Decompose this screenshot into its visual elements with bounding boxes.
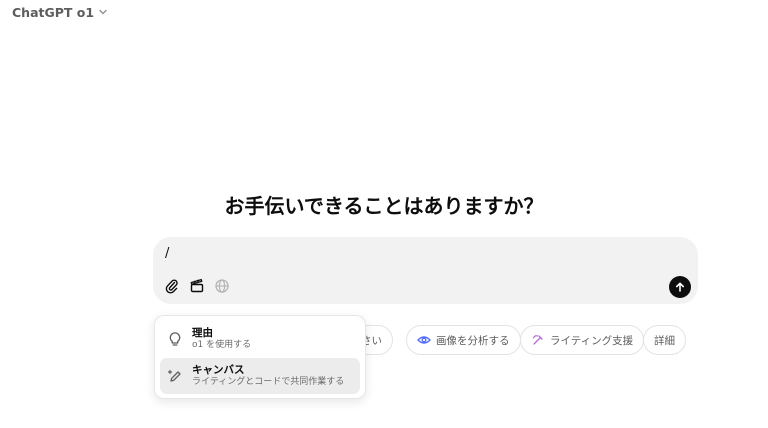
web-search-button[interactable] <box>213 277 231 295</box>
menu-item-canvas[interactable]: キャンバス ライティングとコードで共同作業する <box>160 358 360 394</box>
suggestion-chip-writing[interactable]: ライティング支援 <box>520 325 645 355</box>
chip-label: ライティング支援 <box>550 334 634 347</box>
menu-item-title: 理由 <box>192 327 213 339</box>
attach-button[interactable] <box>163 277 181 295</box>
menu-item-subtitle: o1 を使用する <box>192 340 252 350</box>
chevron-down-icon <box>99 9 107 15</box>
send-button[interactable] <box>669 276 691 298</box>
suggestion-chip-more[interactable]: 詳細 <box>643 325 686 355</box>
message-composer[interactable]: / <box>153 237 698 304</box>
globe-icon <box>215 279 229 293</box>
model-name: ChatGPT o1 <box>12 4 95 20</box>
pencil-sparkle-icon <box>167 368 183 384</box>
slash-command-menu: 理由 o1 を使用する キャンバス ライティングとコードで共同作業する <box>154 315 366 399</box>
arrow-up-icon <box>676 282 684 292</box>
paperclip-icon <box>165 279 178 294</box>
composer-input[interactable]: / <box>165 246 169 261</box>
chip-label: 画像を分析する <box>436 334 510 347</box>
model-switcher[interactable]: ChatGPT o1 <box>12 3 108 21</box>
suggestion-chip-analyze-image[interactable]: 画像を分析する <box>406 325 521 355</box>
menu-item-reason[interactable]: 理由 o1 を使用する <box>160 321 360 357</box>
lightbulb-icon <box>167 331 183 347</box>
tools-button[interactable] <box>188 277 206 295</box>
menu-item-title: キャンバス <box>192 364 245 376</box>
eye-icon <box>417 336 431 344</box>
menu-item-subtitle: ライティングとコードで共同作業する <box>192 377 345 387</box>
page-headline: お手伝いできることはありますか？ <box>224 194 544 218</box>
pen-sparkle-icon <box>532 335 543 345</box>
chip-label: 詳細 <box>654 334 675 347</box>
clapperboard-icon <box>190 278 204 293</box>
